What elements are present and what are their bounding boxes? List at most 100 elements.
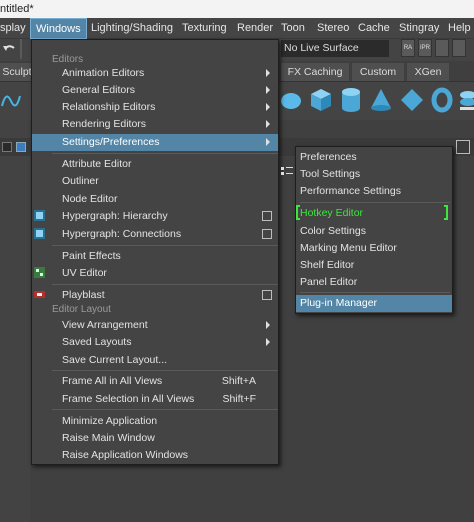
toolbar-divider [20, 39, 22, 59]
uv-editor-icon [34, 267, 45, 278]
menu-item-label: Node Editor [62, 193, 118, 205]
menu-toon[interactable]: Toon [281, 22, 305, 34]
submenu-item-hotkey-editor[interactable]: Hotkey Editor [296, 205, 452, 222]
section-header-editor-layout: Editor Layout [52, 304, 111, 315]
menu-item-label: Paint Effects [62, 250, 121, 262]
submenu-arrow-icon [266, 338, 270, 346]
submenu-item-preferences[interactable]: Preferences [296, 149, 452, 166]
submenu-item-shelf-editor[interactable]: Shelf Editor [296, 257, 452, 274]
toolbox [0, 120, 30, 522]
tab-custom[interactable]: Custom [352, 63, 404, 81]
submenu-arrow-icon [266, 321, 270, 329]
tab-fx-caching[interactable]: FX Caching [281, 63, 349, 81]
menu-item-view-arrangement[interactable]: View Arrangement [32, 317, 278, 334]
highlight-bracket-right [444, 205, 448, 220]
menu-item-label: Relationship Editors [62, 101, 156, 113]
menu-item-playblast[interactable]: Playblast [32, 287, 278, 304]
cylinder-icon[interactable] [340, 87, 362, 113]
cube-icon[interactable] [309, 87, 333, 113]
menu-separator [300, 292, 450, 293]
menu-item-settings-preferences[interactable]: Settings/Preferences [32, 134, 278, 151]
menu-item-raise-main-window[interactable]: Raise Main Window [32, 430, 278, 447]
menu-item-label: General Editors [62, 84, 135, 96]
submenu-item-tool-settings[interactable]: Tool Settings [296, 166, 452, 183]
submenu-item-label: Hotkey Editor [300, 207, 364, 219]
menu-item-relationship-editors[interactable]: Relationship Editors [32, 99, 278, 116]
menu-separator [52, 153, 278, 154]
menu-item-general-editors[interactable]: General Editors [32, 82, 278, 99]
shortcut-label: Shift+A [221, 375, 256, 387]
hypershade-icon[interactable] [452, 39, 466, 57]
menu-item-rendering-editors[interactable]: Rendering Editors [32, 116, 278, 133]
submenu-arrow-icon [266, 103, 270, 111]
menu-item-minimize-application[interactable]: Minimize Application [32, 413, 278, 430]
menu-item-raise-application-windows[interactable]: Raise Application Windows [32, 447, 278, 464]
menu-render[interactable]: Render [237, 22, 273, 34]
menu-item-node-editor[interactable]: Node Editor [32, 191, 278, 208]
hypergraph-icon [34, 210, 45, 221]
ipr-render-icon[interactable]: IPR [418, 39, 432, 57]
menu-separator [300, 202, 450, 203]
menu-separator [52, 245, 278, 246]
cone-icon[interactable] [370, 87, 392, 113]
panel-maximize-icon[interactable] [456, 140, 470, 154]
menu-display[interactable]: splay [0, 22, 26, 34]
sphere-icon[interactable] [280, 90, 302, 112]
menu-bar: splay Windows Lighting/Shading Texturing… [0, 18, 474, 39]
menu-item-label: Animation Editors [62, 67, 145, 79]
menu-item-hypergraph-hierarchy[interactable]: Hypergraph: Hierarchy [32, 208, 278, 225]
menu-item-label: Minimize Application [62, 415, 158, 427]
menu-item-uv-editor[interactable]: UV Editor [32, 265, 278, 282]
option-box-icon[interactable] [262, 290, 272, 300]
torus-icon[interactable] [431, 87, 453, 113]
menu-item-hypergraph-connections[interactable]: Hypergraph: Connections [32, 226, 278, 243]
submenu-item-panel-editor[interactable]: Panel Editor [296, 274, 452, 291]
menu-item-outliner[interactable]: Outliner [32, 173, 278, 190]
live-surface-field[interactable]: No Live Surface [281, 40, 389, 57]
submenu-item-plug-in-manager[interactable]: Plug-in Manager [296, 295, 452, 312]
submenu-item-color-settings[interactable]: Color Settings [296, 223, 452, 240]
menu-item-label: Outliner [62, 175, 99, 187]
panel-icon[interactable] [2, 142, 12, 152]
submenu-arrow-icon [266, 138, 270, 146]
menu-item-animation-editors[interactable]: Animation Editors [32, 65, 278, 82]
curve-tool-icon[interactable] [0, 88, 22, 114]
option-box-icon[interactable] [262, 229, 272, 239]
menu-item-label: Raise Main Window [62, 432, 155, 444]
menu-windows[interactable]: Windows [30, 18, 87, 39]
menu-item-frame-all[interactable]: Frame All in All Views Shift+A [32, 373, 278, 390]
menu-item-label: UV Editor [62, 267, 107, 279]
tab-xgen[interactable]: XGen [407, 63, 449, 81]
menu-lighting-shading[interactable]: Lighting/Shading [91, 22, 173, 34]
submenu-item-marking-menu-editor[interactable]: Marking Menu Editor [296, 240, 452, 257]
submenu-arrow-icon [266, 69, 270, 77]
menu-item-label: Frame All in All Views [62, 375, 163, 387]
menu-separator [52, 284, 278, 285]
submenu-arrow-icon [266, 86, 270, 94]
menu-separator [52, 370, 278, 371]
plane-icon[interactable] [400, 87, 424, 113]
panel-icon-active[interactable] [16, 142, 26, 152]
menu-help[interactable]: Help [448, 22, 471, 34]
hypergraph-connections-icon [34, 228, 45, 239]
tab-sculpt[interactable]: Sculpt [0, 63, 34, 81]
disc-icon[interactable] [458, 87, 474, 113]
menu-stingray[interactable]: Stingray [399, 22, 439, 34]
submenu-arrow-icon [266, 120, 270, 128]
menu-item-save-current-layout[interactable]: Save Current Layout... [32, 352, 278, 369]
menu-item-saved-layouts[interactable]: Saved Layouts [32, 334, 278, 351]
option-box-icon[interactable] [262, 211, 272, 221]
menu-texturing[interactable]: Texturing [182, 22, 227, 34]
settings-preferences-submenu: Preferences Tool Settings Performance Se… [295, 146, 453, 314]
undo-icon[interactable] [2, 42, 16, 56]
menu-cache[interactable]: Cache [358, 22, 390, 34]
menu-item-frame-selection[interactable]: Frame Selection in All Views Shift+F [32, 391, 278, 408]
render-icon[interactable]: RA [401, 39, 415, 57]
submenu-item-performance-settings[interactable]: Performance Settings [296, 183, 452, 200]
menu-separator [52, 409, 278, 410]
menu-item-paint-effects[interactable]: Paint Effects [32, 248, 278, 265]
highlight-bracket-left [296, 205, 300, 220]
render-settings-icon[interactable] [435, 39, 449, 57]
menu-item-attribute-editor[interactable]: Attribute Editor [32, 156, 278, 173]
menu-stereo[interactable]: Stereo [317, 22, 349, 34]
